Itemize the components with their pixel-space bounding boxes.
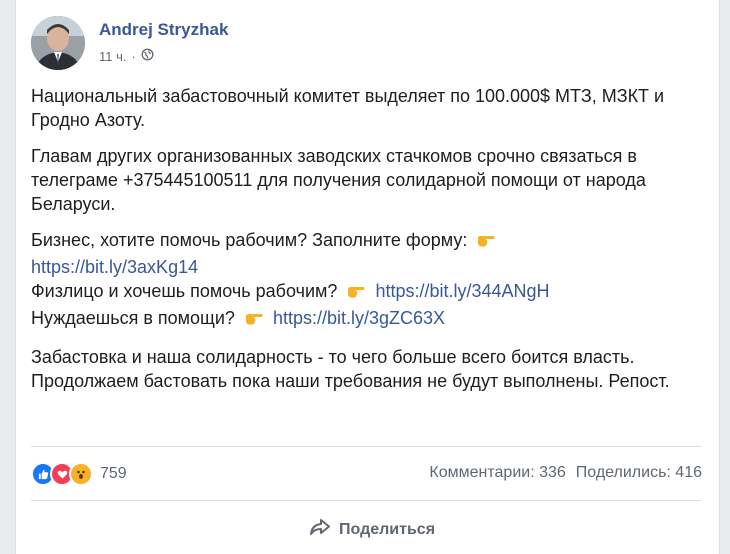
need-help-link[interactable]: https://bit.ly/3gZC63X bbox=[273, 308, 445, 328]
post-meta: 11 ч. · bbox=[99, 48, 154, 64]
business-text: Бизнес, хотите помочь рабочим? Заполните… bbox=[31, 230, 468, 250]
person-help-link[interactable]: https://bit.ly/344ANgH bbox=[375, 281, 549, 301]
shares-count[interactable]: Поделились: 416 bbox=[576, 464, 702, 482]
post-card: Andrej Stryzhak 11 ч. · Национальный заб… bbox=[15, 0, 720, 554]
post-body: Национальный забастовочный комитет выдел… bbox=[31, 84, 711, 405]
author-name[interactable]: Andrej Stryzhak bbox=[99, 20, 228, 40]
comments-count[interactable]: Комментарии: 336 bbox=[429, 464, 565, 482]
share-button-label: Поделиться bbox=[339, 520, 436, 538]
business-form-link[interactable]: https://bit.ly/3axKg14 bbox=[31, 257, 198, 277]
divider bbox=[31, 446, 701, 447]
wow-reaction-icon bbox=[69, 462, 93, 486]
post-paragraph: Главам других организованных заводских с… bbox=[31, 146, 646, 214]
pointing-right-emoji bbox=[346, 282, 366, 306]
post-paragraph-links: Бизнес, хотите помочь рабочим? Заполните… bbox=[31, 228, 711, 333]
share-arrow-icon bbox=[309, 518, 331, 541]
avatar[interactable] bbox=[31, 16, 85, 70]
globe-icon[interactable] bbox=[141, 48, 154, 64]
reactions-summary[interactable]: 759 bbox=[31, 462, 127, 486]
post-paragraph: Забастовка и наша солидарность - то чего… bbox=[31, 347, 670, 391]
post-time[interactable]: 11 ч. bbox=[99, 49, 127, 64]
avatar-photo bbox=[31, 16, 85, 70]
post-paragraph: Национальный забастовочный комитет выдел… bbox=[31, 86, 665, 130]
share-button[interactable]: Поделиться bbox=[309, 518, 435, 541]
meta-separator: · bbox=[131, 48, 136, 64]
divider bbox=[31, 500, 701, 501]
person-text: Физлицо и хочешь помочь рабочим? bbox=[31, 281, 338, 301]
pointing-right-emoji bbox=[476, 231, 496, 255]
need-text: Нуждаешься в помощи? bbox=[31, 308, 235, 328]
pointing-right-emoji bbox=[244, 309, 264, 333]
post-stats: Комментарии: 336 Поделились: 416 bbox=[429, 464, 702, 482]
reactions-count: 759 bbox=[100, 465, 127, 482]
